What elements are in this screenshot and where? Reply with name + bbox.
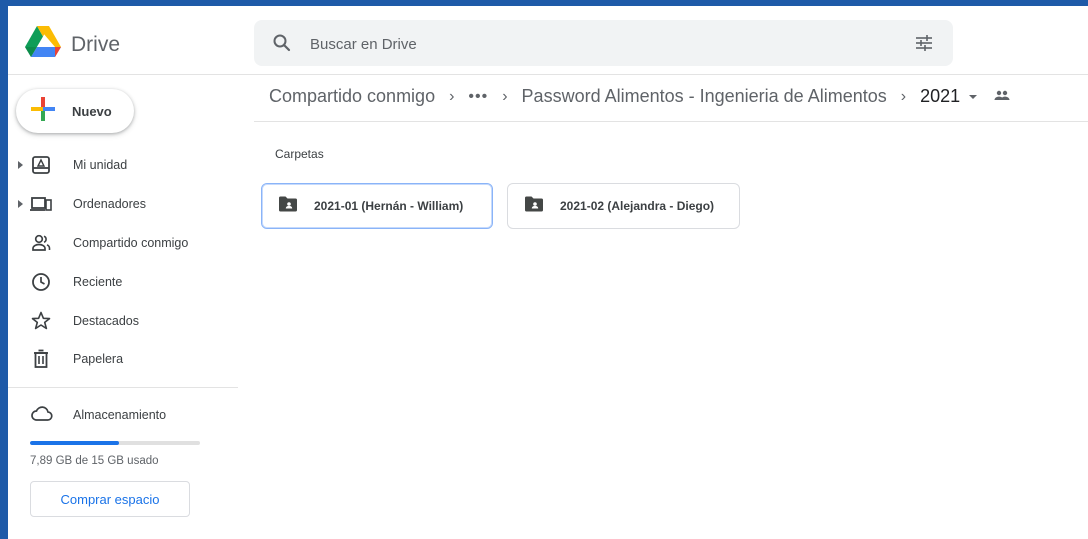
chevron-down-icon[interactable] bbox=[969, 94, 978, 99]
folders-section-title: Carpetas bbox=[275, 147, 324, 161]
sidebar-item-shared-with-me[interactable]: Compartido conmigo bbox=[8, 225, 238, 261]
computers-icon bbox=[30, 193, 52, 215]
shared-folder-icon bbox=[278, 196, 298, 217]
folder-name: 2021-02 (Alejandra - Diego) bbox=[560, 199, 715, 213]
buy-storage-button[interactable]: Comprar espacio bbox=[30, 481, 190, 517]
folder-card[interactable]: 2021-02 (Alejandra - Diego) bbox=[507, 183, 740, 229]
shared-folder-icon bbox=[993, 86, 1011, 107]
breadcrumb-item-shared-with-me[interactable]: Compartido conmigo bbox=[269, 86, 435, 107]
cloud-icon bbox=[30, 403, 54, 430]
storage-usage-text: 7,89 GB de 15 GB usado bbox=[30, 455, 159, 467]
search-options-icon[interactable] bbox=[914, 33, 934, 58]
top-bar: Drive bbox=[8, 6, 1088, 75]
storage-usage-fill bbox=[30, 441, 120, 445]
breadcrumb: Compartido conmigo › ••• › Password Alim… bbox=[269, 86, 1011, 107]
sidebar-item-starred[interactable]: Destacados bbox=[8, 303, 238, 339]
sidebar-item-my-drive[interactable]: Mi unidad bbox=[8, 147, 238, 183]
main-divider bbox=[254, 121, 1088, 122]
folder-card[interactable]: 2021-01 (Hernán - William) bbox=[261, 183, 493, 229]
trash-icon bbox=[30, 348, 52, 370]
sidebar-item-computers[interactable]: Ordenadores bbox=[8, 186, 238, 222]
expand-arrow-icon[interactable] bbox=[18, 200, 23, 208]
window-frame-left bbox=[0, 0, 8, 539]
folder-name: 2021-01 (Hernán - William) bbox=[314, 199, 464, 213]
new-button-label: Nuevo bbox=[72, 103, 112, 119]
google-drive-logo-icon bbox=[25, 26, 61, 63]
plus-icon bbox=[30, 96, 56, 127]
my-drive-icon bbox=[30, 154, 52, 176]
breadcrumb-item-parent-folder[interactable]: Password Alimentos - Ingenieria de Alime… bbox=[522, 86, 887, 107]
storage-label[interactable]: Almacenamiento bbox=[73, 408, 166, 422]
storage-usage-bar bbox=[30, 441, 200, 445]
sidebar-item-label: Destacados bbox=[73, 314, 140, 328]
chevron-right-icon: › bbox=[900, 87, 907, 105]
sidebar-divider bbox=[8, 387, 238, 388]
sidebar-item-label: Compartido conmigo bbox=[73, 236, 189, 250]
shared-with-me-icon bbox=[30, 232, 52, 254]
search-bar[interactable] bbox=[254, 20, 953, 66]
sidebar-item-label: Reciente bbox=[73, 275, 123, 289]
star-icon bbox=[30, 310, 52, 332]
chevron-right-icon: › bbox=[449, 87, 455, 105]
drive-logo-link[interactable]: Drive bbox=[25, 26, 120, 63]
breadcrumb-current-folder[interactable]: 2021 bbox=[920, 86, 960, 107]
expand-arrow-icon[interactable] bbox=[18, 161, 23, 169]
clock-icon bbox=[30, 271, 52, 293]
sidebar-item-label: Ordenadores bbox=[73, 197, 146, 211]
search-icon[interactable] bbox=[272, 33, 292, 58]
sidebar-item-label: Mi unidad bbox=[73, 158, 128, 172]
breadcrumb-more-button[interactable]: ••• bbox=[468, 88, 488, 106]
search-input[interactable] bbox=[308, 30, 892, 58]
sidebar-item-trash[interactable]: Papelera bbox=[8, 341, 238, 377]
chevron-right-icon: › bbox=[502, 87, 508, 105]
app-name: Drive bbox=[71, 32, 121, 56]
sidebar-item-label: Papelera bbox=[73, 352, 124, 366]
shared-folder-icon bbox=[524, 196, 544, 217]
new-button[interactable]: Nuevo bbox=[16, 89, 134, 133]
sidebar-item-recent[interactable]: Reciente bbox=[8, 264, 238, 300]
